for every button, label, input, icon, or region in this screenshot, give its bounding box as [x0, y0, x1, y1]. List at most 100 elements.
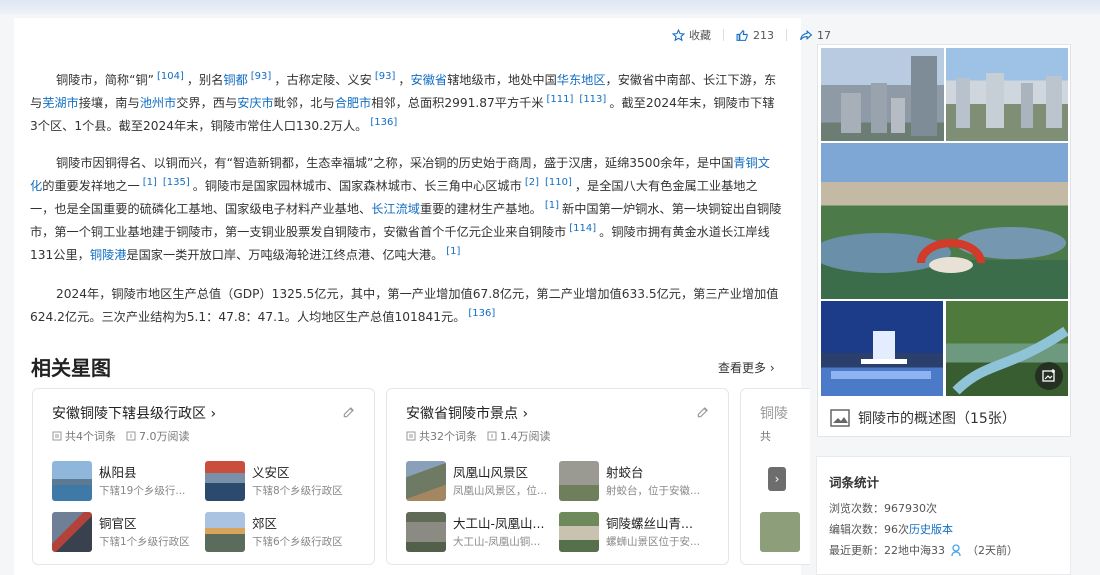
favorite-button[interactable]: 收藏: [672, 27, 724, 43]
share-button[interactable]: 17: [799, 29, 831, 42]
list-item[interactable]: 义安区 下辖8个乡级行政区: [205, 461, 355, 503]
updated-label: 最近更新：: [829, 544, 884, 557]
entries-icon: [52, 431, 62, 441]
link-tongling-port[interactable]: 铜陵港: [90, 248, 127, 262]
citation[interactable]: [1]: [545, 200, 559, 211]
citation[interactable]: [2]: [525, 177, 539, 188]
image-icon: [830, 409, 850, 427]
divider: [723, 29, 724, 41]
chevron-right-icon: ›: [774, 472, 780, 486]
list-item[interactable]: 凤凰山风景区 凤凰山风景区，位...: [406, 461, 556, 503]
card-title-link[interactable]: 安徽铜陵下辖县级行政区 ›: [52, 403, 216, 423]
text: 2024年，铜陵市地区生产总值（GDP）1325.5亿元，其中，第一产业增加值6…: [30, 287, 779, 324]
link-east-china[interactable]: 华东地区: [557, 73, 606, 87]
related-card[interactable]: 安徽铜陵下辖县级行政区 › 共4个词条 7.0万阅读 枞阳县 下辖19个乡级行.…: [32, 388, 375, 565]
gallery-caption[interactable]: 铜陵市的概述图（15张）: [830, 408, 1016, 428]
citation[interactable]: [104]: [157, 71, 184, 82]
thumbnail-image: [205, 461, 245, 501]
edit-icon[interactable]: [342, 405, 356, 419]
citation[interactable]: [136]: [468, 308, 495, 319]
card-meta: 共32个词条 1.4万阅读: [406, 428, 561, 444]
list-item[interactable]: 大工山-凤凰山... 大工山-凤凰山铜...: [406, 512, 556, 554]
image-plus-icon: [1042, 369, 1055, 382]
see-more-link[interactable]: 查看更多 ›: [718, 359, 775, 376]
article-paragraph-3: 2024年，铜陵市地区生产总值（GDP）1325.5亿元，其中，第一产业增加值6…: [30, 283, 782, 329]
list-item[interactable]: 铜官区 下辖1个乡级行政区: [52, 512, 202, 554]
chevron-right-icon: ›: [769, 361, 775, 375]
item-desc: 螺蛳山景区位于安...: [606, 536, 701, 548]
reads-icon: [126, 431, 136, 441]
thumbnail-image: [205, 512, 245, 552]
text: 接壤，南与: [78, 96, 140, 110]
gallery-image[interactable]: [821, 143, 1068, 299]
list-item[interactable]: 射蛟台 射蛟台，位于安徽...: [559, 461, 709, 503]
text: 辖地级市，地处中国: [447, 73, 557, 87]
list-item[interactable]: 郊区 下辖6个乡级行政区: [205, 512, 355, 554]
thumbnail-image: [559, 512, 599, 552]
gallery-image[interactable]: [946, 48, 1068, 141]
city-park-illustration: [821, 227, 1066, 273]
gallery-image[interactable]: [821, 301, 943, 396]
link-yangtze-basin[interactable]: 长江流域: [371, 202, 420, 216]
card-title-link[interactable]: 安徽省铜陵市景点 ›: [406, 403, 528, 423]
gallery-image[interactable]: [821, 48, 944, 141]
thumbnail-image: [760, 512, 800, 552]
text: ，: [398, 73, 411, 87]
updated-user[interactable]: 22地中海33: [884, 542, 945, 558]
like-button[interactable]: 213: [736, 29, 787, 42]
entries-count: 共4个词条: [65, 430, 116, 443]
article-paragraph-1: 铜陵市，简称“铜” [104] ，别名铜都 [93] ，古称定陵、义安 [93] ，安徽省辖…: [30, 69, 782, 138]
citation[interactable]: [136]: [370, 117, 397, 128]
link-tongdu[interactable]: 铜都: [223, 73, 247, 87]
views-label: 浏览次数：: [829, 502, 884, 515]
text: 铜陵市因铜得名、以铜而兴，有“智造新铜都，生态幸福城”之称，采冶铜的历史始于商周…: [56, 156, 734, 170]
edit-icon[interactable]: [696, 405, 710, 419]
citation[interactable]: [110]: [545, 177, 572, 188]
card-title: 安徽铜陵下辖县级行政区: [52, 406, 206, 422]
text: 毗邻，北与: [273, 96, 335, 110]
item-desc: 下辖1个乡级行政区: [99, 536, 190, 548]
link-hefei[interactable]: 合肥市: [335, 96, 372, 110]
share-count: 17: [817, 28, 831, 42]
item-name: 射蛟台: [606, 465, 644, 480]
entries-icon: [406, 431, 416, 441]
link-chizhou[interactable]: 池州市: [140, 96, 177, 110]
card-title[interactable]: 铜陵: [760, 403, 788, 423]
item-desc: 下辖6个乡级行政区: [252, 536, 343, 548]
item-desc: 射蛟台，位于安徽...: [606, 485, 701, 497]
text: 重要的建材生产基地。: [420, 202, 542, 216]
link-wuhu[interactable]: 芜湖市: [42, 96, 79, 110]
item-name: 凤凰山风景区: [453, 465, 529, 480]
list-item[interactable]: 铜陵螺丝山青... 螺蛳山景区位于安...: [559, 512, 709, 554]
citation[interactable]: [93]: [375, 71, 396, 82]
city-skyline-illustration: [956, 73, 1062, 128]
history-version-link[interactable]: 历史版本: [909, 521, 953, 537]
chevron-right-icon: ›: [522, 406, 529, 422]
citation[interactable]: [114]: [569, 223, 596, 234]
citation[interactable]: [111]: [547, 94, 574, 105]
carousel-next-button[interactable]: ›: [768, 467, 786, 491]
card-meta: 共4个词条 7.0万阅读: [52, 428, 200, 444]
add-image-icon[interactable]: [1035, 362, 1063, 390]
edits-value: 96次: [884, 523, 909, 536]
link-anhui[interactable]: 安徽省: [411, 73, 448, 87]
citation[interactable]: [93]: [251, 71, 272, 82]
link-anqing[interactable]: 安庆市: [237, 96, 274, 110]
related-card[interactable]: 安徽省铜陵市景点 › 共32个词条 1.4万阅读 凤凰山风景区 凤凰山风景区，位…: [386, 388, 729, 565]
summary-gallery[interactable]: 铜陵市的概述图（15张）: [817, 44, 1071, 437]
citation[interactable]: [1]: [446, 246, 460, 257]
text: 。铜陵市是国家园林城市、国家森林城市、长三角中心区城市: [192, 179, 522, 193]
reads-icon: [487, 431, 497, 441]
citation[interactable]: [135]: [163, 177, 190, 188]
list-item[interactable]: 枞阳县 下辖19个乡级行...: [52, 461, 202, 503]
edits-row: 编辑次数： 96次 历史版本: [829, 521, 953, 537]
thumbs-up-icon: [736, 29, 748, 41]
card-title: 安徽省铜陵市景点: [406, 406, 518, 422]
item-name: 郊区: [252, 516, 278, 531]
item-name: 铜官区: [99, 516, 137, 531]
favorite-label: 收藏: [689, 29, 711, 42]
share-icon: [800, 29, 813, 40]
citation[interactable]: [113]: [579, 94, 606, 105]
citation[interactable]: [1]: [143, 177, 157, 188]
night-square-illustration: [831, 331, 931, 379]
